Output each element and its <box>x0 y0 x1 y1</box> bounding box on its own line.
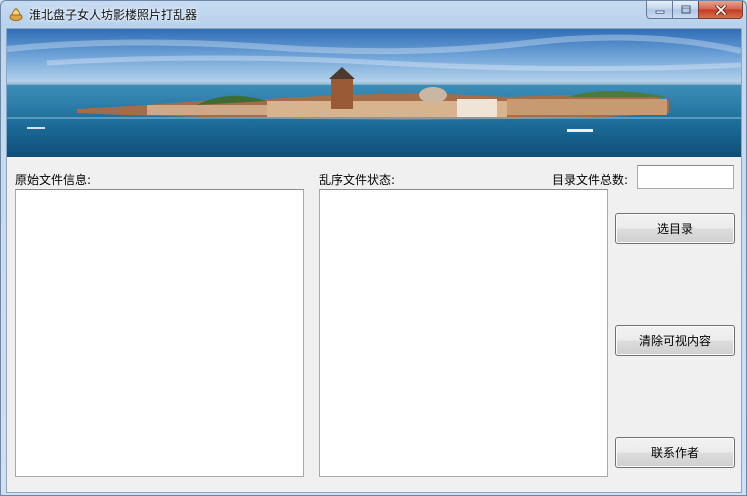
shuffle-status-label: 乱序文件状态: <box>319 173 396 187</box>
title-bar[interactable]: 淮北盘子女人坊影楼照片打乱器 <box>1 1 746 27</box>
file-count-input[interactable] <box>637 165 734 189</box>
maximize-button[interactable] <box>672 1 698 19</box>
caption-buttons <box>646 1 743 19</box>
close-icon <box>714 4 727 15</box>
contact-author-button[interactable]: 联系作者 <box>615 437 735 468</box>
minimize-button[interactable] <box>646 1 672 19</box>
pot-icon <box>9 8 23 21</box>
window-title: 淮北盘子女人坊影楼照片打乱器 <box>29 8 198 22</box>
minimize-icon <box>655 10 664 14</box>
shuffle-status-textarea[interactable] <box>319 189 608 477</box>
client-area: 原始文件信息: 乱序文件状态: 目录文件总数: 选目录 清除可视内容 联系作者 <box>6 28 742 493</box>
original-info-textarea[interactable] <box>15 189 304 477</box>
clear-visible-content-button[interactable]: 清除可视内容 <box>615 325 735 356</box>
original-info-label: 原始文件信息: <box>15 173 92 187</box>
app-window: 淮北盘子女人坊影楼照片打乱器 原始文件信息: 乱序文件状态: 目录文件总数: 选… <box>0 0 747 496</box>
select-directory-button[interactable]: 选目录 <box>615 213 735 244</box>
maximize-icon <box>681 5 690 14</box>
file-count-label: 目录文件总数: <box>552 173 629 187</box>
close-button[interactable] <box>698 1 743 19</box>
venice-island-banner <box>7 29 741 157</box>
